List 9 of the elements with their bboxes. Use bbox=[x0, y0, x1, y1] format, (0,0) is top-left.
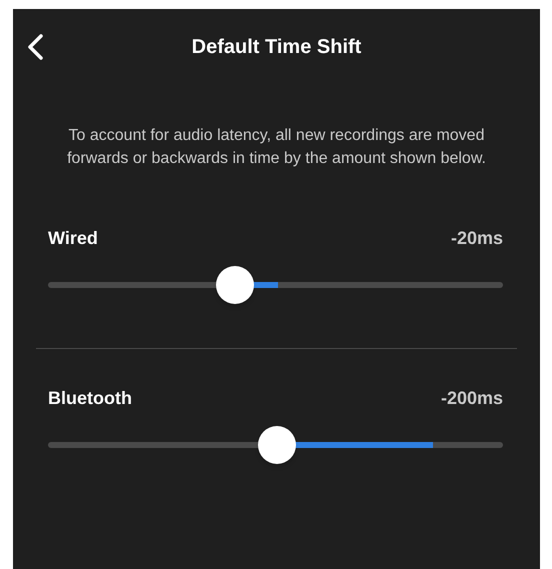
slider-thumb[interactable] bbox=[258, 426, 296, 464]
slider-value: -200ms bbox=[440, 387, 503, 410]
page-title: Default Time Shift bbox=[192, 34, 362, 60]
slider-label: Wired bbox=[48, 227, 98, 250]
slider-label: Bluetooth bbox=[48, 387, 132, 410]
description-text: To account for audio latency, all new recordings are moved forwards or backwards in time by the amount shown below. bbox=[66, 126, 487, 169]
back-icon[interactable] bbox=[25, 33, 45, 61]
slider-thumb[interactable] bbox=[216, 266, 254, 304]
slider-value: -20ms bbox=[450, 227, 503, 250]
